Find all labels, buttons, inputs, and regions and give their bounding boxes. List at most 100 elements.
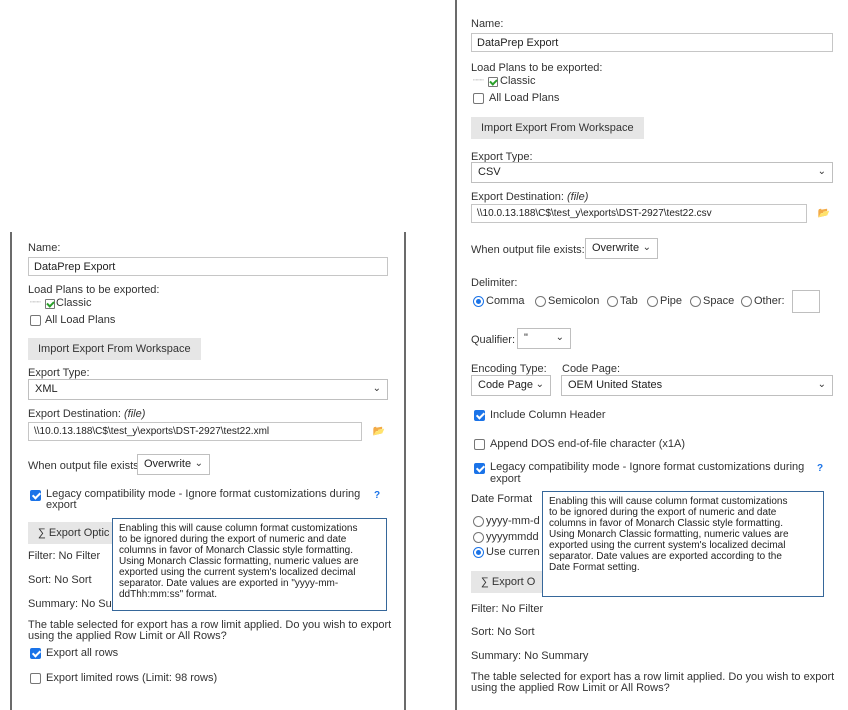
dest-file-hint: (file)	[567, 191, 589, 203]
qualifier-label: Qualifier:	[471, 334, 516, 346]
sort-text: Sort: No Sort	[471, 626, 535, 638]
date-format-option2-label: yyyymmdd	[486, 531, 539, 543]
delimiter-pipe-label: Pipe	[660, 295, 683, 307]
date-format-option1-radio[interactable]	[473, 516, 484, 527]
name-input[interactable]: DataPrep Export	[28, 257, 388, 276]
classic-plan-checkbox[interactable]	[488, 77, 498, 87]
date-format-option1-label: yyyy-mm-d	[486, 515, 540, 527]
when-exists-label: When output file exists:	[28, 460, 142, 472]
legacy-label-line2: export	[46, 499, 77, 511]
legacy-mode-label: Legacy compatibility mode - Ignore forma…	[46, 489, 360, 511]
legacy-mode-checkbox[interactable]	[30, 490, 41, 501]
export-type-select[interactable]: CSV ⌄	[471, 162, 833, 183]
name-input[interactable]: DataPrep Export	[471, 33, 833, 52]
export-destination-input[interactable]: \\10.0.13.188\C$\test_y\exports\DST-2927…	[471, 204, 807, 223]
append-dos-checkbox[interactable]	[474, 439, 485, 450]
other-delimiter-input[interactable]	[792, 290, 820, 313]
load-plans-label: Load Plans to be exported:	[471, 62, 603, 74]
qualifier-select[interactable]: " ⌄	[517, 328, 571, 349]
import-export-button[interactable]: Import Export From Workspace	[28, 338, 201, 360]
legacy-label-line1: Legacy compatibility mode - Ignore forma…	[46, 488, 361, 500]
chevron-down-icon: ⌄	[555, 332, 564, 343]
tree-connector: ┈┈	[473, 75, 484, 85]
help-icon[interactable]: ?	[817, 463, 823, 474]
encoding-type-label: Encoding Type:	[471, 363, 547, 375]
delimiter-tab-label: Tab	[620, 295, 638, 307]
dest-label-text: Export Destination:	[471, 191, 564, 203]
load-plans-label: Load Plans to be exported:	[28, 284, 160, 296]
classic-plan-label: Classic	[56, 297, 92, 309]
export-options-button[interactable]: ∑ Export Optic	[28, 522, 118, 544]
delimiter-comma-label: Comma	[486, 295, 525, 307]
code-page-label: Code Page:	[562, 363, 621, 375]
export-destination-input[interactable]: \\10.0.13.188\C$\test_y\exports\DST-2927…	[28, 422, 362, 441]
when-exists-select[interactable]: Overwrite ⌄	[585, 238, 658, 259]
export-limited-rows-checkbox[interactable]	[30, 673, 41, 684]
include-header-checkbox[interactable]	[474, 410, 485, 421]
when-exists-select[interactable]: Overwrite ⌄	[137, 454, 210, 475]
export-all-rows-checkbox[interactable]	[30, 648, 41, 659]
tree-connector: ┈┈	[30, 297, 41, 307]
row-limit-line2: using the applied Row Limit or All Rows?	[28, 630, 227, 642]
date-format-label: Date Format	[471, 493, 533, 505]
date-format-option3-radio[interactable]	[473, 547, 484, 558]
export-type-value: CSV	[478, 166, 501, 178]
name-label: Name:	[28, 242, 61, 254]
folder-browse-icon[interactable]: 📂	[370, 423, 388, 441]
summary-text: Summary: No Summary	[471, 650, 589, 662]
delimiter-space-radio[interactable]	[690, 296, 701, 307]
help-icon[interactable]: ?	[374, 490, 380, 501]
legacy-label-line2: export	[490, 473, 521, 485]
filter-text: Filter: No Filter	[471, 603, 544, 615]
row-limit-message: The table selected for export has a row …	[28, 620, 391, 642]
delimiter-pipe-radio[interactable]	[647, 296, 658, 307]
filter-text: Filter: No Filter	[28, 550, 101, 562]
export-type-select[interactable]: XML ⌄	[28, 379, 388, 400]
export-type-value: XML	[35, 383, 58, 395]
date-format-option3-label: Use curren	[486, 546, 540, 558]
delimiter-other-radio[interactable]	[741, 296, 752, 307]
right-export-panel: Name: DataPrep Export Load Plans to be e…	[455, 0, 848, 710]
dest-file-hint: (file)	[124, 408, 146, 420]
append-dos-label: Append DOS end-of-file character (x1A)	[490, 438, 686, 450]
sort-text: Sort: No Sort	[28, 574, 92, 586]
all-load-plans-checkbox[interactable]	[473, 93, 484, 104]
when-exists-value: Overwrite	[144, 458, 192, 470]
folder-browse-icon[interactable]: 📂	[815, 205, 833, 223]
qualifier-value: "	[524, 332, 528, 344]
all-load-plans-label: All Load Plans	[489, 92, 560, 104]
export-all-rows-label: Export all rows	[46, 647, 119, 659]
export-options-button[interactable]: ∑ Export O	[471, 571, 551, 593]
name-label: Name:	[471, 18, 504, 30]
legacy-mode-tooltip: Enabling this will cause column format c…	[112, 518, 387, 611]
when-exists-value: Overwrite	[592, 242, 640, 254]
classic-plan-label: Classic	[500, 75, 536, 87]
delimiter-label: Delimiter:	[471, 277, 518, 289]
encoding-type-value: Code Page	[478, 379, 534, 391]
import-export-button[interactable]: Import Export From Workspace	[471, 117, 644, 139]
export-destination-label: Export Destination: (file)	[471, 191, 588, 203]
all-load-plans-checkbox[interactable]	[30, 315, 41, 326]
chevron-down-icon: ⌄	[642, 242, 651, 253]
export-limited-rows-label: Export limited rows (Limit: 98 rows)	[46, 672, 218, 684]
legacy-mode-label: Legacy compatibility mode - Ignore forma…	[490, 461, 804, 485]
chevron-down-icon: ⌄	[817, 166, 826, 177]
delimiter-space-label: Space	[703, 295, 735, 307]
delimiter-semicolon-radio[interactable]	[535, 296, 546, 307]
legacy-label-line1: Legacy compatibility mode - Ignore forma…	[490, 461, 805, 473]
summary-text: Summary: No Su	[28, 598, 112, 610]
legacy-mode-checkbox[interactable]	[474, 463, 485, 474]
all-load-plans-label: All Load Plans	[45, 314, 116, 326]
code-page-select[interactable]: OEM United States ⌄	[561, 375, 833, 396]
date-format-option2-radio[interactable]	[473, 532, 484, 543]
encoding-type-select[interactable]: Code Page ⌄	[471, 375, 551, 396]
legacy-mode-tooltip: Enabling this will cause column format c…	[542, 491, 824, 597]
left-export-panel: Name: DataPrep Export Load Plans to be e…	[10, 232, 406, 710]
export-type-label: Export Type:	[28, 367, 90, 379]
delimiter-semicolon-label: Semicolon	[548, 295, 600, 307]
delimiter-tab-radio[interactable]	[607, 296, 618, 307]
classic-plan-checkbox[interactable]	[45, 299, 55, 309]
delimiter-comma-radio[interactable]	[473, 296, 484, 307]
export-destination-label: Export Destination: (file)	[28, 408, 145, 420]
row-limit-message: The table selected for export has a row …	[471, 672, 834, 694]
